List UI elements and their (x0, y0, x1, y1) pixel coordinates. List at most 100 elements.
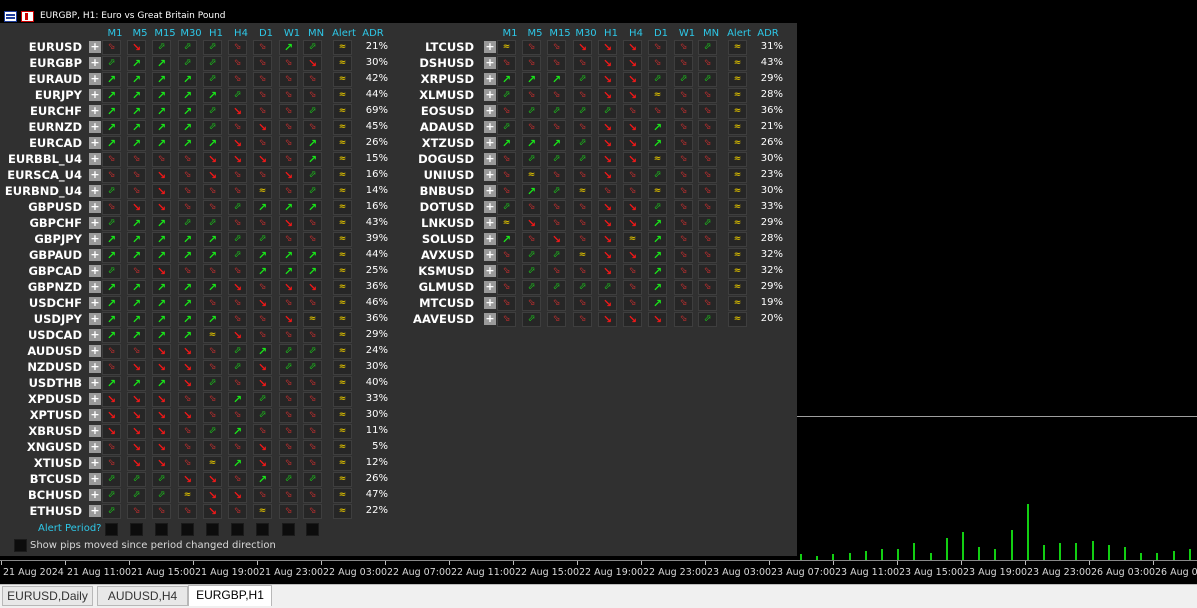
trend-cell-mn[interactable]: ⬂ (303, 376, 322, 391)
trend-cell-m30[interactable]: ⬀ (573, 72, 592, 87)
trend-cell-m15[interactable]: ⬂ (547, 216, 566, 231)
trend-cell-m5[interactable]: ↘ (127, 440, 146, 455)
trend-cell-d1[interactable]: ⬂ (648, 40, 667, 55)
trend-cell-h1[interactable]: ⬂ (203, 344, 222, 359)
expand-plus-icon[interactable]: + (484, 297, 496, 309)
trend-cell-m30[interactable]: ↗ (178, 136, 197, 151)
trend-cell-m15[interactable]: ⬂ (547, 200, 566, 215)
alert-cell[interactable]: ≈ (728, 232, 747, 247)
trend-cell-h4[interactable]: ⬀ (228, 344, 247, 359)
trend-cell-m15[interactable]: ↗ (152, 72, 171, 87)
symbol-label[interactable]: AAVEUSD (394, 312, 474, 326)
alert-cell[interactable]: ≈ (728, 136, 747, 151)
expand-plus-icon[interactable]: + (89, 73, 101, 85)
trend-cell-mn[interactable]: ⬂ (303, 120, 322, 135)
expand-plus-icon[interactable]: + (89, 297, 101, 309)
symbol-label[interactable]: LNKUSD (394, 216, 474, 230)
expand-plus-icon[interactable]: + (484, 153, 496, 165)
trend-cell-h4[interactable]: ⬂ (228, 504, 247, 519)
trend-cell-w1[interactable]: ⬂ (674, 248, 693, 263)
trend-cell-w1[interactable]: ⬂ (674, 168, 693, 183)
trend-cell-m15[interactable]: ↘ (152, 360, 171, 375)
trend-cell-m5[interactable]: ⬂ (522, 88, 541, 103)
trend-cell-w1[interactable]: ⬂ (279, 504, 298, 519)
symbol-label[interactable]: GBPNZD (2, 280, 82, 294)
trend-cell-h1[interactable]: ↘ (598, 248, 617, 263)
trend-cell-m5[interactable]: ↘ (127, 360, 146, 375)
trend-cell-m1[interactable]: ↗ (102, 296, 121, 311)
trend-cell-w1[interactable]: ⬂ (674, 280, 693, 295)
trend-cell-m30[interactable]: ≈ (573, 184, 592, 199)
trend-cell-h4[interactable]: ↘ (623, 248, 642, 263)
trend-cell-h4[interactable]: ⬂ (228, 376, 247, 391)
trend-cell-m5[interactable]: ↗ (127, 232, 146, 247)
trend-cell-h1[interactable]: ↗ (203, 248, 222, 263)
alert-cell[interactable]: ≈ (728, 184, 747, 199)
alert-cell[interactable]: ≈ (333, 88, 352, 103)
trend-cell-m15[interactable]: ⬂ (152, 152, 171, 167)
trend-cell-w1[interactable]: ⬀ (674, 72, 693, 87)
symbol-label[interactable]: BTCUSD (2, 472, 82, 486)
alert-cell[interactable]: ≈ (728, 88, 747, 103)
trend-cell-mn[interactable]: ⬂ (303, 216, 322, 231)
trend-cell-mn[interactable]: ↘ (303, 56, 322, 71)
trend-cell-m30[interactable]: ⬂ (178, 456, 197, 471)
trend-cell-m5[interactable]: ⬂ (127, 504, 146, 519)
trend-cell-mn[interactable]: ⬂ (698, 280, 717, 295)
trend-cell-h4[interactable]: ↘ (623, 200, 642, 215)
trend-cell-h1[interactable]: ⬂ (598, 184, 617, 199)
trend-cell-h1[interactable]: ⬀ (598, 104, 617, 119)
expand-plus-icon[interactable]: + (89, 169, 101, 181)
expand-plus-icon[interactable]: + (89, 377, 101, 389)
trend-cell-d1[interactable]: ⬂ (253, 424, 272, 439)
trend-cell-mn[interactable]: ⬀ (698, 216, 717, 231)
trend-cell-h1[interactable]: ↘ (203, 504, 222, 519)
trend-cell-h1[interactable]: ↘ (598, 56, 617, 71)
alert-cell[interactable]: ≈ (333, 264, 352, 279)
alert-cell[interactable]: ≈ (333, 136, 352, 151)
expand-plus-icon[interactable]: + (89, 233, 101, 245)
symbol-label[interactable]: EOSUSD (394, 104, 474, 118)
alert-cell[interactable]: ≈ (728, 312, 747, 327)
trend-cell-m15[interactable]: ⬂ (547, 168, 566, 183)
symbol-label[interactable]: EURSCA_U4 (2, 168, 82, 182)
trend-cell-mn[interactable]: ⬂ (698, 296, 717, 311)
symbol-label[interactable]: XLMUSD (394, 88, 474, 102)
trend-cell-mn[interactable]: ⬂ (303, 232, 322, 247)
symbol-label[interactable]: DSHUSD (394, 56, 474, 70)
trend-cell-m30[interactable]: ↘ (178, 344, 197, 359)
trend-cell-m15[interactable]: ↗ (152, 104, 171, 119)
alert-cell[interactable]: ≈ (728, 72, 747, 87)
trend-cell-h4[interactable]: ⬂ (623, 296, 642, 311)
expand-plus-icon[interactable]: + (484, 89, 496, 101)
alert-cell[interactable]: ≈ (333, 184, 352, 199)
trend-cell-m30[interactable]: ↘ (178, 376, 197, 391)
trend-cell-m15[interactable]: ↗ (152, 280, 171, 295)
trend-cell-d1[interactable]: ⬂ (253, 312, 272, 327)
trend-cell-m5[interactable]: ⬀ (127, 488, 146, 503)
trend-cell-h1[interactable]: ↘ (598, 216, 617, 231)
expand-plus-icon[interactable]: + (89, 425, 101, 437)
trend-cell-m15[interactable]: ⬂ (547, 312, 566, 327)
alert-period-box-m30[interactable] (181, 523, 194, 536)
expand-plus-icon[interactable]: + (89, 489, 101, 501)
trend-cell-m5[interactable]: ⬂ (522, 296, 541, 311)
trend-cell-m15[interactable]: ↗ (152, 56, 171, 71)
trend-cell-mn[interactable]: ↘ (303, 280, 322, 295)
symbol-label[interactable]: EURAUD (2, 72, 82, 86)
trend-cell-m15[interactable]: ↗ (152, 136, 171, 151)
trend-cell-m15[interactable]: ↗ (547, 72, 566, 87)
alert-period-box-h4[interactable] (231, 523, 244, 536)
alert-cell[interactable]: ≈ (728, 280, 747, 295)
trend-cell-mn[interactable]: ⬀ (698, 40, 717, 55)
trend-cell-m5[interactable]: ↗ (127, 376, 146, 391)
trend-cell-d1[interactable]: ↘ (253, 440, 272, 455)
trend-cell-mn[interactable]: ↗ (303, 264, 322, 279)
trend-cell-w1[interactable]: ↗ (279, 40, 298, 55)
symbol-label[interactable]: LTCUSD (394, 40, 474, 54)
expand-plus-icon[interactable]: + (89, 137, 101, 149)
trend-cell-d1[interactable]: ↗ (648, 216, 667, 231)
trend-cell-mn[interactable]: ⬂ (698, 248, 717, 263)
trend-cell-mn[interactable]: ⬂ (303, 392, 322, 407)
toolbox-icon[interactable] (21, 10, 34, 22)
